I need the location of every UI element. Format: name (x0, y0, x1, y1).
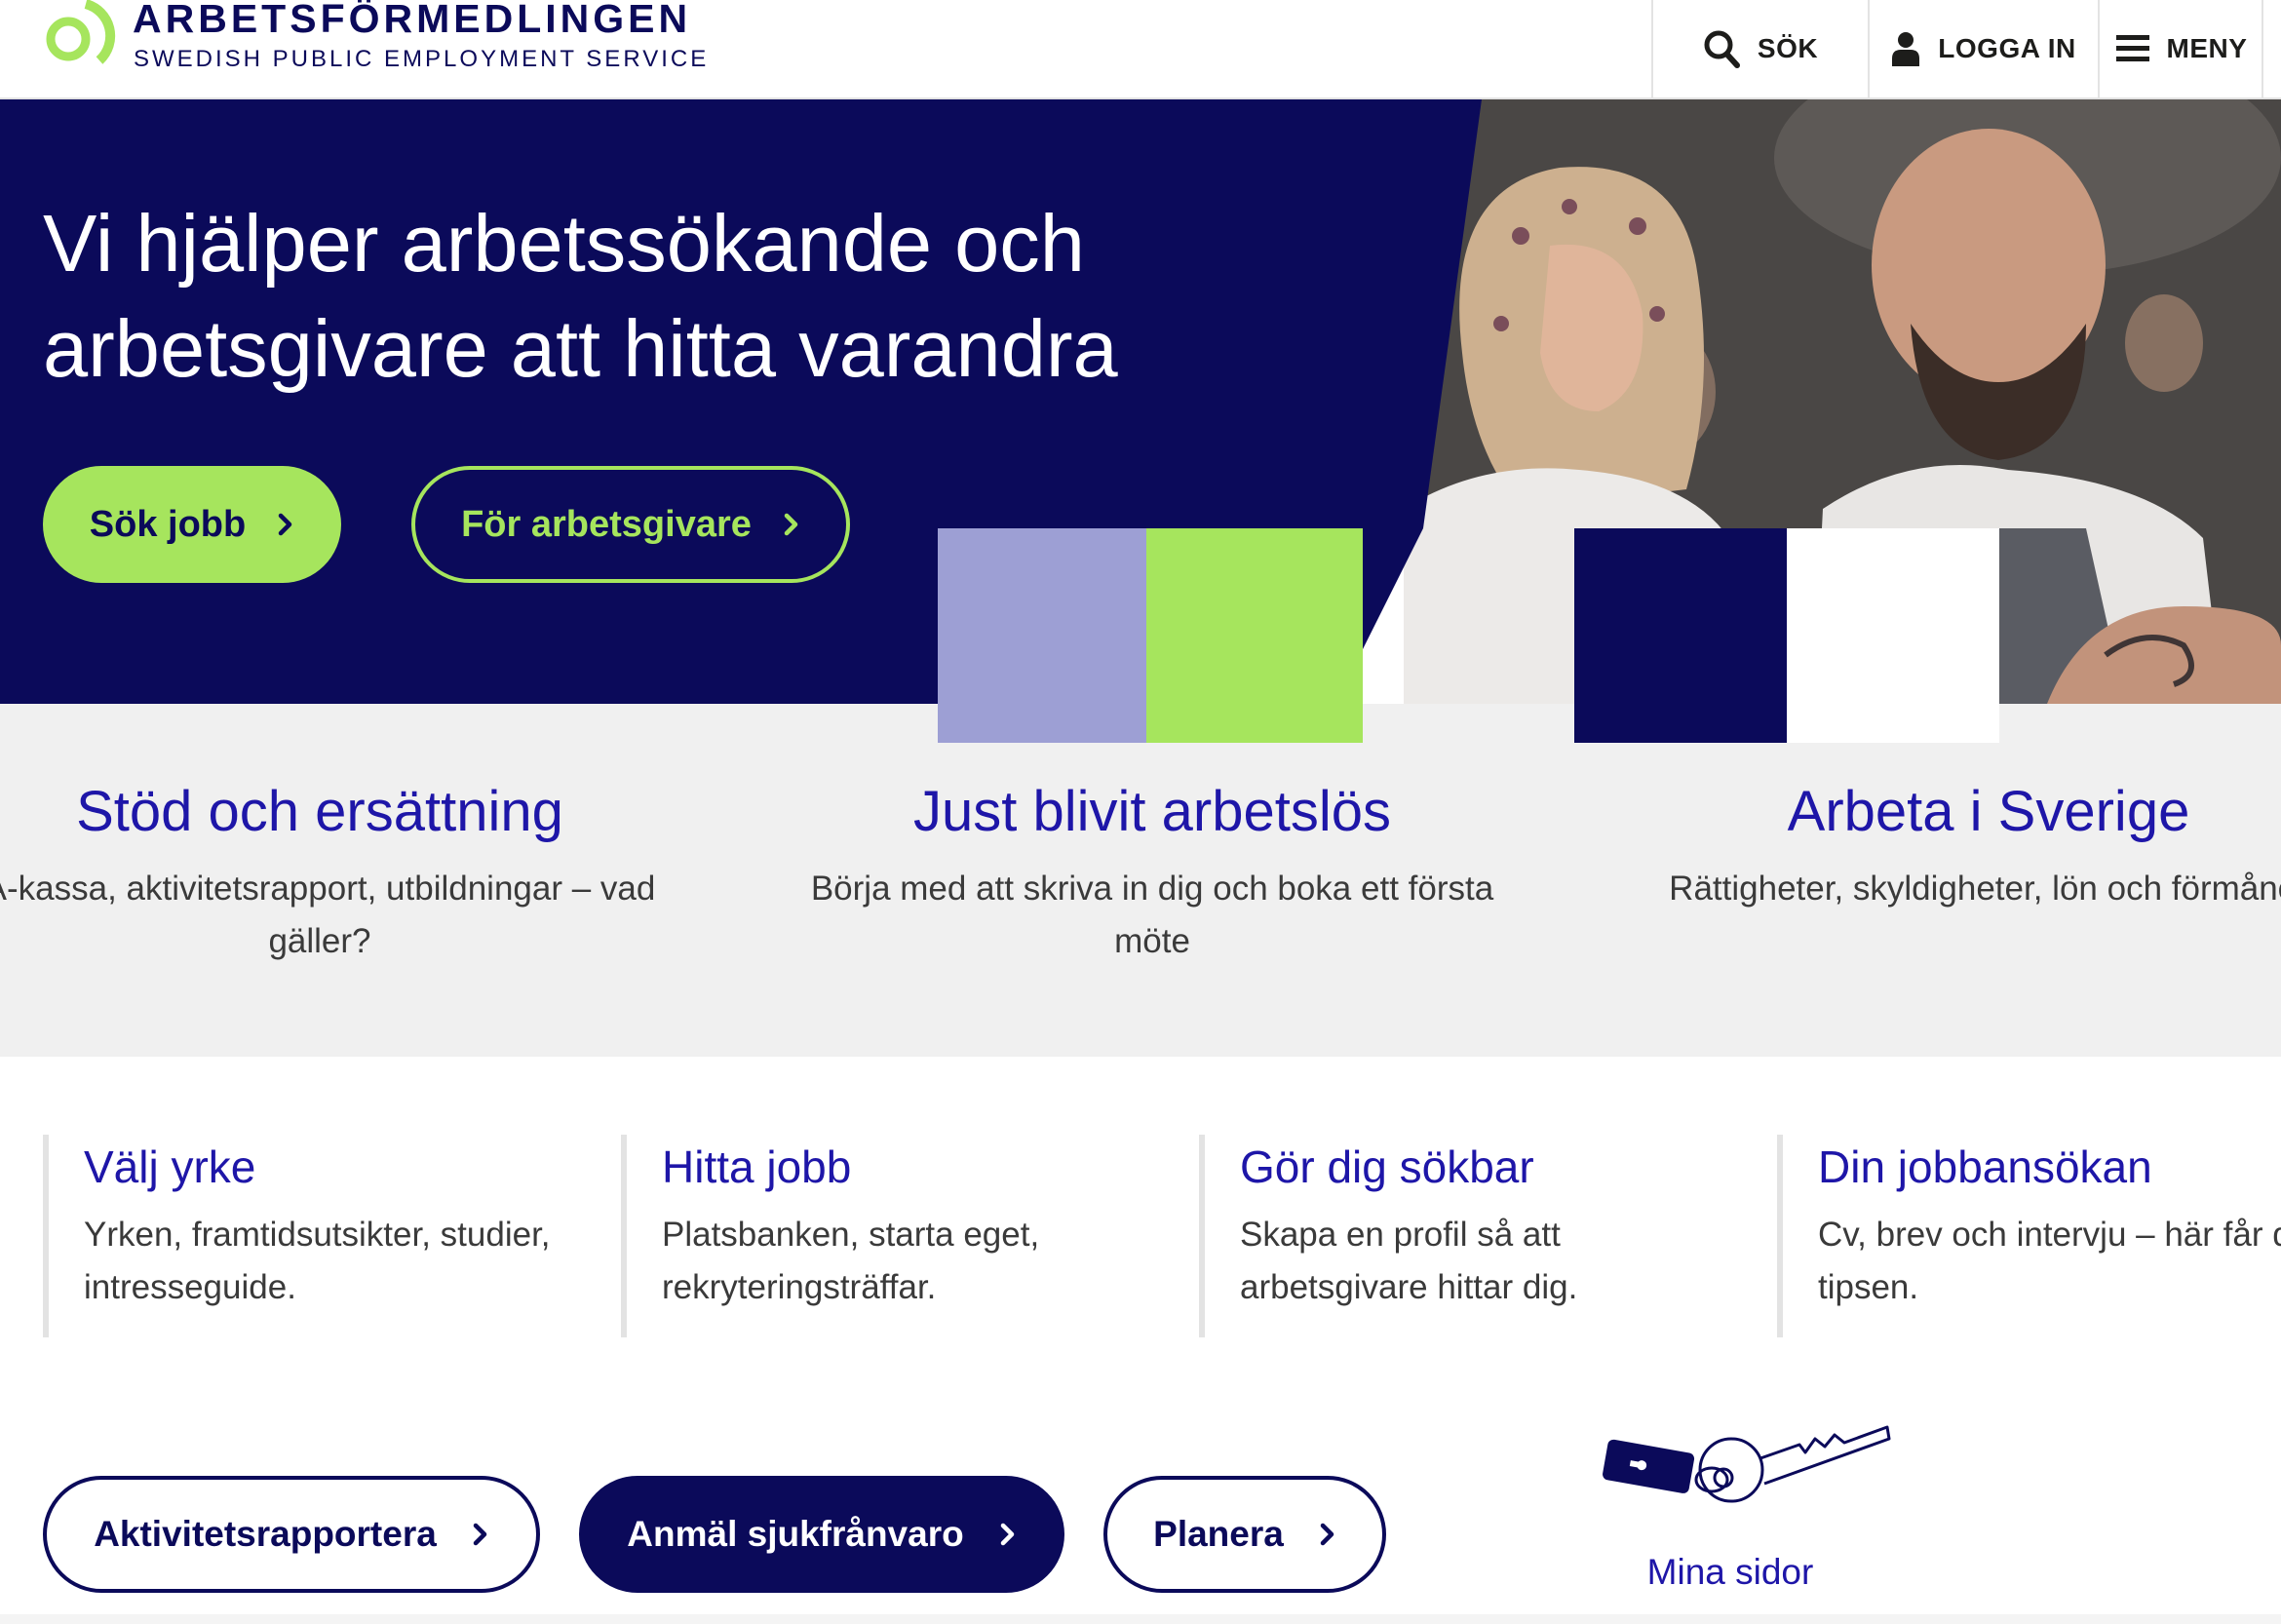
page-bottom-divider (0, 1614, 2281, 1624)
chevron-right-icon (784, 513, 798, 536)
card-find-job[interactable]: Hitta jobb Platsbanken, starta eget, rek… (621, 1135, 1167, 1337)
decor-block-navy (1574, 528, 1787, 743)
feature-text: Rättigheter, skyldigheter, lön och förmå… (1669, 870, 2281, 908)
feature-support[interactable]: Stöd och ersättning A-kassa, aktivitetsr… (0, 775, 690, 968)
feature-title[interactable]: Stöd och ersättning (0, 775, 690, 849)
card-text: Yrken, framtidsutsikter, studier, intres… (84, 1216, 551, 1306)
sick-leave-label: Anmäl sjukfrånvaro (627, 1514, 964, 1554)
card-title[interactable]: Välj yrke (84, 1135, 589, 1199)
plan-label: Planera (1153, 1514, 1284, 1554)
decor-block-lilac (938, 528, 1146, 743)
login-button[interactable]: LOGGA IN (1868, 0, 2098, 97)
feature-title[interactable]: Arbeta i Sverige (1618, 775, 2281, 849)
card-job-application[interactable]: Din jobbansökan Cv, brev och intervju – … (1777, 1135, 2281, 1337)
hamburger-icon (2115, 35, 2149, 61)
search-icon (1704, 30, 1740, 68)
decor-block-white (1787, 528, 1999, 743)
card-text: Cv, brev och intervju – här får du tipse… (1818, 1216, 2281, 1306)
chevron-right-icon (278, 513, 292, 536)
user-icon (1892, 32, 1920, 66)
feature-work-in-sweden[interactable]: Arbeta i Sverige Rättigheter, skyldighet… (1618, 775, 2281, 915)
logo-title[interactable]: ARBETSFÖRMEDLINGEN (133, 0, 691, 42)
login-label: LOGGA IN (1938, 33, 2076, 63)
feature-text: Börja med att skriva in dig och boka ett… (810, 870, 1494, 960)
plan-button[interactable]: Planera (1103, 1476, 1386, 1593)
chevron-right-icon (1000, 1523, 1014, 1546)
search-jobs-button[interactable]: Sök jobb (43, 466, 341, 583)
feature-unemployed[interactable]: Just blivit arbetslös Börja med att skri… (782, 775, 1523, 968)
chevron-right-icon (1320, 1523, 1334, 1546)
search-jobs-label: Sök jobb (89, 503, 247, 545)
decor-block-green (1146, 528, 1363, 743)
header-divider (2262, 0, 2263, 97)
feature-text: A-kassa, aktivitetsrapport, utbildningar… (0, 870, 656, 960)
search-button[interactable]: SÖK (1651, 0, 1868, 97)
card-choose-profession[interactable]: Välj yrke Yrken, framtidsutsikter, studi… (43, 1135, 589, 1337)
card-title[interactable]: Gör dig sökbar (1240, 1135, 1745, 1199)
activity-report-button[interactable]: Aktivitetsrapportera (43, 1476, 540, 1593)
my-pages-link[interactable]: Mina sidor (1560, 1552, 1901, 1593)
logo-mark-icon[interactable] (41, 0, 119, 70)
card-text: Platsbanken, starta eget, rekryteringstr… (662, 1216, 1040, 1306)
search-label: SÖK (1757, 33, 1819, 63)
for-employers-button[interactable]: För arbetsgivare (411, 466, 850, 583)
card-title[interactable]: Hitta jobb (662, 1135, 1167, 1199)
for-employers-label: För arbetsgivare (461, 503, 752, 545)
chevron-right-icon (473, 1523, 487, 1546)
menu-button[interactable]: MENY (2098, 0, 2263, 97)
site-header: ARBETSFÖRMEDLINGEN SWEDISH PUBLIC EMPLOY… (0, 0, 2281, 99)
logo-subtitle: SWEDISH PUBLIC EMPLOYMENT SERVICE (134, 46, 710, 72)
sick-leave-button[interactable]: Anmäl sjukfrånvaro (579, 1476, 1064, 1593)
card-be-searchable[interactable]: Gör dig sökbar Skapa en profil så att ar… (1199, 1135, 1745, 1337)
card-text: Skapa en profil så att arbetsgivare hitt… (1240, 1216, 1578, 1306)
menu-label: MENY (2166, 33, 2248, 63)
hero-title: Vi hjälper arbetssökande och arbetsgivar… (43, 198, 1118, 394)
feature-title[interactable]: Just blivit arbetslös (782, 775, 1523, 849)
key-icon[interactable] (1595, 1410, 1897, 1536)
card-title[interactable]: Din jobbansökan (1818, 1135, 2281, 1199)
activity-report-label: Aktivitetsrapportera (94, 1514, 437, 1554)
